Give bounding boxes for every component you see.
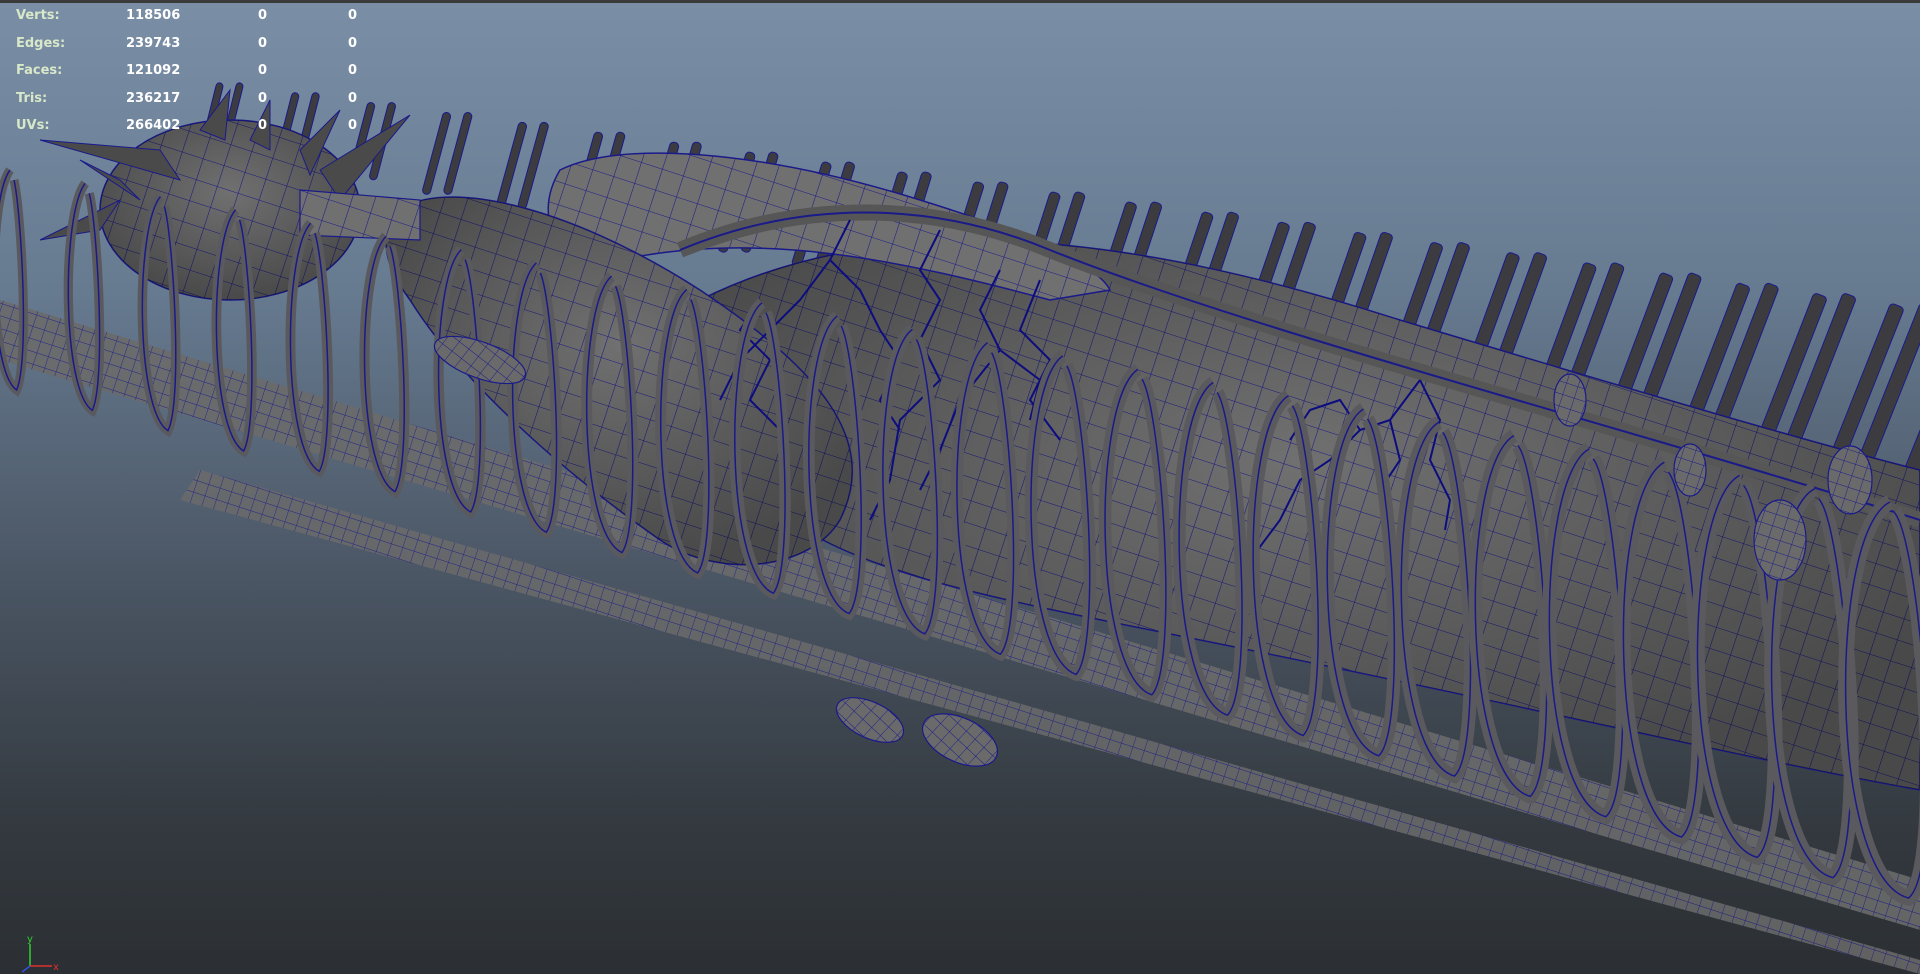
hud-value: 0 (348, 35, 358, 51)
hud-value: 266402 (126, 118, 181, 133)
hud-value: 0 (348, 63, 358, 78)
hud-value: 0 (258, 63, 268, 78)
3d-scene-render[interactable] (0, 0, 1920, 974)
hud-label: Faces: (16, 63, 63, 78)
hud-value: 121092 (126, 63, 181, 78)
poly-count-hud: Verts: 118506 0 0 Edges: 239743 0 0 Faces: 121092… (16, 2, 376, 140)
hud-label: Edges: (16, 35, 66, 51)
hud-value: 0 (258, 8, 268, 23)
hud-label: Verts: (16, 8, 60, 23)
axis-z-line (21, 965, 31, 973)
hud-value: 0 (348, 8, 358, 23)
hud-row: UVs: 266402 0 0 (16, 112, 376, 140)
hud-label: UVs: (16, 118, 50, 133)
axis-y-label: y (27, 934, 33, 945)
hud-value: 0 (258, 90, 268, 106)
hud-value: 239743 (126, 35, 181, 51)
hud-value: 236217 (126, 90, 181, 106)
hud-value: 118506 (126, 8, 181, 23)
axis-gizmo-icon: y x (21, 934, 59, 973)
hud-row: Edges: 239743 0 0 (16, 30, 376, 58)
hud-row: Tris: 236217 0 0 (16, 85, 376, 113)
axis-x-label: x (53, 962, 59, 973)
maya-viewport[interactable]: Verts: 118506 0 0 Edges: 239743 0 0 Faces: 121092… (0, 0, 1920, 974)
hud-value: 0 (258, 118, 268, 133)
hud-label: Tris: (16, 90, 48, 106)
hud-row: Verts: 118506 0 0 (16, 2, 376, 30)
hud-value: 0 (348, 90, 358, 106)
hud-value: 0 (258, 35, 268, 51)
hud-row: Faces: 121092 0 0 (16, 57, 376, 85)
hud-value: 0 (348, 118, 358, 133)
